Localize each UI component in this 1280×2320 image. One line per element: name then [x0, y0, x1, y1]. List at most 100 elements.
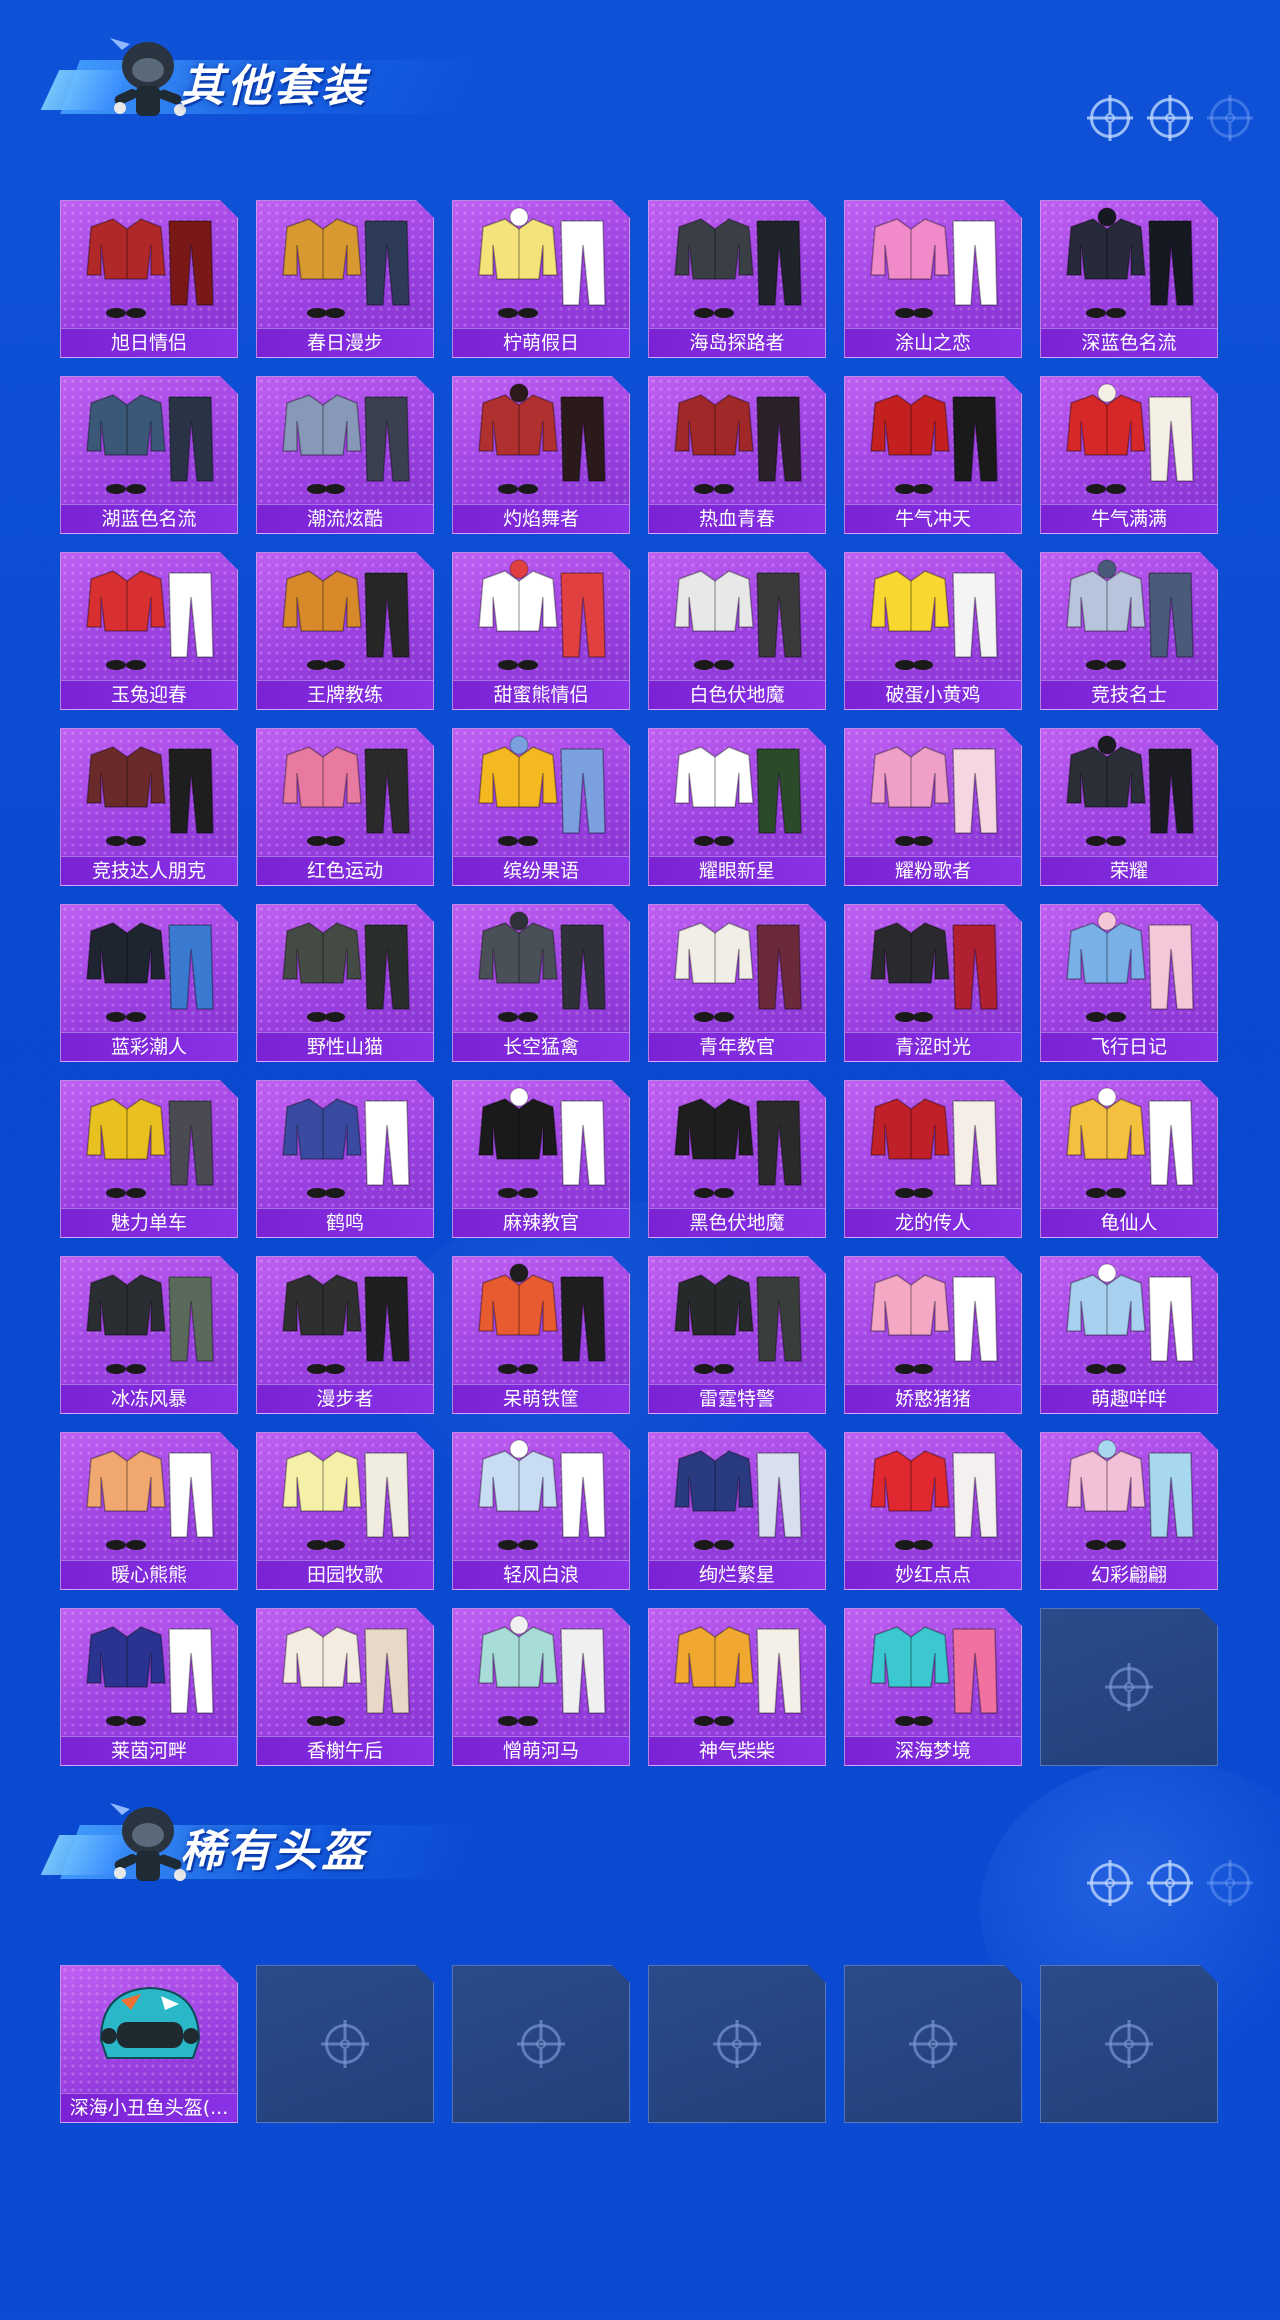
outfit-card[interactable]: 漫步者: [256, 1256, 434, 1414]
outfit-image: [453, 1085, 631, 1205]
item-name: 荣耀: [1109, 860, 1148, 882]
outfit-card[interactable]: 涂山之恋: [844, 200, 1022, 358]
outfit-card[interactable]: 耀眼新星: [648, 728, 826, 886]
outfit-image: [845, 1261, 1023, 1381]
outfit-image: [649, 1437, 827, 1557]
outfit-card[interactable]: 黑色伏地魔: [648, 1080, 826, 1238]
outfit-image: [649, 733, 827, 853]
item-name: 冰冻风暴: [110, 1388, 187, 1410]
item-name: 牛气满满: [1090, 508, 1167, 530]
outfit-image: [649, 1613, 827, 1733]
outfit-card[interactable]: 野性山猫: [256, 904, 434, 1062]
outfit-image: [257, 1261, 435, 1381]
outfit-card[interactable]: 龟仙人: [1040, 1080, 1218, 1238]
outfit-card[interactable]: 轻风白浪: [452, 1432, 630, 1590]
outfit-card[interactable]: 缤纷果语: [452, 728, 630, 886]
outfit-card[interactable]: 潮流炫酷: [256, 376, 434, 534]
outfit-card[interactable]: 耀粉歌者: [844, 728, 1022, 886]
outfit-card[interactable]: 莱茵河畔: [60, 1608, 238, 1766]
outfit-card[interactable]: 飞行日记: [1040, 904, 1218, 1062]
item-name: 竞技达人朋克: [91, 860, 206, 882]
outfit-card[interactable]: 灼焰舞者: [452, 376, 630, 534]
item-name: 玉兔迎春: [110, 684, 187, 706]
outfit-card[interactable]: 雷霆特警: [648, 1256, 826, 1414]
outfit-card[interactable]: 春日漫步: [256, 200, 434, 358]
item-name: 青年教官: [698, 1036, 775, 1058]
outfit-card[interactable]: 破蛋小黄鸡: [844, 552, 1022, 710]
item-name: 娇憨猪猪: [894, 1388, 971, 1410]
outfit-card[interactable]: 娇憨猪猪: [844, 1256, 1022, 1414]
outfit-card[interactable]: 甜蜜熊情侣: [452, 552, 630, 710]
outfit-card[interactable]: 田园牧歌: [256, 1432, 434, 1590]
item-name: 莱茵河畔: [110, 1740, 187, 1762]
outfit-card[interactable]: 蓝彩潮人: [60, 904, 238, 1062]
item-name: 热血青春: [698, 508, 775, 530]
outfit-card[interactable]: 冰冻风暴: [60, 1256, 238, 1414]
reticle-icon: [1090, 98, 1130, 138]
outfit-card[interactable]: 神气柴柴: [648, 1608, 826, 1766]
outfit-image: [61, 1261, 239, 1381]
item-name: 深海梦境: [894, 1740, 971, 1762]
outfit-card[interactable]: 牛气冲天: [844, 376, 1022, 534]
outfit-card[interactable]: 长空猛禽: [452, 904, 630, 1062]
outfit-card[interactable]: 龙的传人: [844, 1080, 1022, 1238]
outfit-card[interactable]: 牛气满满: [1040, 376, 1218, 534]
outfit-card[interactable]: 憎萌河马: [452, 1608, 630, 1766]
outfit-image: [453, 205, 631, 325]
outfit-card[interactable]: 麻辣教官: [452, 1080, 630, 1238]
outfit-card[interactable]: 萌趣咩咩: [1040, 1256, 1218, 1414]
section-helmets: 稀有头盔 深海小丑鱼头盔(...: [0, 1765, 1280, 2165]
item-name: 深蓝色名流: [1081, 332, 1177, 354]
outfit-card[interactable]: 呆萌铁筐: [452, 1256, 630, 1414]
reticle-icon: [1150, 98, 1190, 138]
outfit-card[interactable]: 柠萌假日: [452, 200, 630, 358]
outfit-card[interactable]: 旭日情侣: [60, 200, 238, 358]
outfit-card[interactable]: 竞技名士: [1040, 552, 1218, 710]
helmet-card[interactable]: 深海小丑鱼头盔(...: [60, 1965, 238, 2123]
outfit-image: [1041, 909, 1219, 1029]
outfit-card[interactable]: 暖心熊熊: [60, 1432, 238, 1590]
outfit-card[interactable]: 竞技达人朋克: [60, 728, 238, 886]
outfit-card[interactable]: 红色运动: [256, 728, 434, 886]
outfit-card[interactable]: 香榭午后: [256, 1608, 434, 1766]
item-name: 黑色伏地魔: [689, 1212, 785, 1234]
outfit-card[interactable]: 鹤鸣: [256, 1080, 434, 1238]
item-name: 牛气冲天: [894, 508, 971, 530]
crosshair-icon: [1109, 2024, 1149, 2064]
outfit-card[interactable]: 魅力单车: [60, 1080, 238, 1238]
outfit-image: [61, 1613, 239, 1733]
item-name: 萌趣咩咩: [1090, 1388, 1167, 1410]
outfit-image: [61, 733, 239, 853]
item-name: 深海小丑鱼头盔(...: [69, 2097, 229, 2119]
outfit-card[interactable]: 绚烂繁星: [648, 1432, 826, 1590]
outfit-image: [649, 909, 827, 1029]
outfit-image: [1041, 1437, 1219, 1557]
outfit-card[interactable]: 热血青春: [648, 376, 826, 534]
item-name: 飞行日记: [1090, 1036, 1167, 1058]
crosshair-icon: [1109, 1667, 1149, 1707]
helmet-image: [61, 1970, 239, 2090]
outfit-image: [453, 557, 631, 677]
outfit-card[interactable]: 王牌教练: [256, 552, 434, 710]
outfit-card[interactable]: 玉兔迎春: [60, 552, 238, 710]
outfit-card[interactable]: 幻彩翩翩: [1040, 1432, 1218, 1590]
outfit-card[interactable]: 妙红点点: [844, 1432, 1022, 1590]
outfit-card[interactable]: 深蓝色名流: [1040, 200, 1218, 358]
outfit-card[interactable]: 湖蓝色名流: [60, 376, 238, 534]
outfit-card[interactable]: 青年教官: [648, 904, 826, 1062]
outfit-card[interactable]: 荣耀: [1040, 728, 1218, 886]
outfit-image: [257, 1085, 435, 1205]
outfit-card[interactable]: 青涩时光: [844, 904, 1022, 1062]
section-title: 稀有头盔: [180, 1826, 368, 1877]
outfit-image: [257, 557, 435, 677]
outfit-card[interactable]: 深海梦境: [844, 1608, 1022, 1766]
item-name: 田园牧歌: [306, 1564, 383, 1586]
item-name: 湖蓝色名流: [101, 508, 197, 530]
outfit-card[interactable]: 海岛探路者: [648, 200, 826, 358]
outfit-image: [649, 205, 827, 325]
outfit-image: [453, 381, 631, 501]
outfit-image: [257, 733, 435, 853]
outfit-card[interactable]: 白色伏地魔: [648, 552, 826, 710]
outfit-image: [61, 1085, 239, 1205]
item-name: 漫步者: [316, 1388, 374, 1410]
